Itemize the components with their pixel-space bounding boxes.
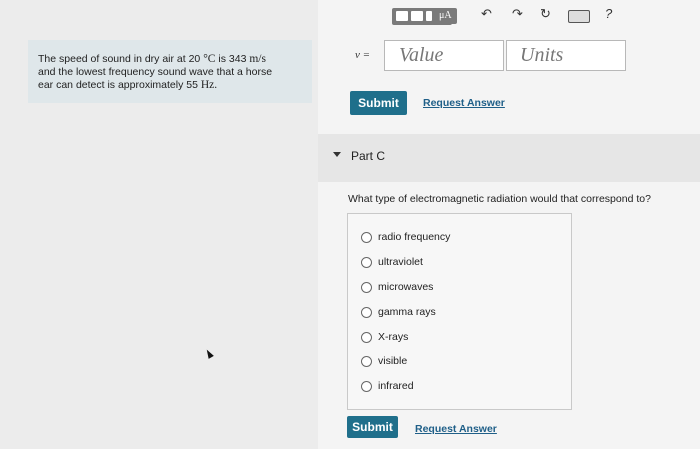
option-label: radio frequency bbox=[378, 231, 451, 243]
request-answer-link-part-b[interactable]: Request Answer bbox=[423, 97, 505, 109]
redo-icon[interactable]: ↷ bbox=[512, 6, 523, 22]
radio-button[interactable] bbox=[361, 257, 372, 268]
option-label: ultraviolet bbox=[378, 256, 423, 268]
radio-button[interactable] bbox=[361, 332, 372, 343]
speed-unit: m/s bbox=[249, 53, 266, 65]
submit-button-part-c[interactable]: Submit bbox=[347, 416, 398, 438]
radio-button[interactable] bbox=[361, 232, 372, 243]
radio-button[interactable] bbox=[361, 356, 372, 367]
submit-button-part-b[interactable]: Submit bbox=[350, 91, 407, 115]
variable-label: ν = bbox=[355, 49, 371, 61]
help-icon[interactable]: ? bbox=[605, 6, 612, 21]
problem-line-2: and the lowest frequency sound wave that… bbox=[38, 66, 273, 78]
reset-icon[interactable]: ↻ bbox=[540, 6, 551, 22]
exponent-template-icon[interactable] bbox=[411, 11, 423, 21]
problem-text: The speed of sound in dry air at 20 bbox=[38, 53, 201, 65]
problem-text: ear can detect is approximately 55 bbox=[38, 79, 198, 91]
option-label: gamma rays bbox=[378, 306, 436, 318]
part-c-title: Part C bbox=[351, 149, 386, 163]
radio-button[interactable] bbox=[361, 307, 372, 318]
option-label: X-rays bbox=[378, 331, 409, 343]
subscript-template-icon[interactable] bbox=[426, 11, 432, 21]
frequency-unit: Hz. bbox=[200, 79, 218, 91]
units-input[interactable]: Units bbox=[506, 40, 626, 71]
option-label: visible bbox=[378, 355, 408, 367]
option-label: microwaves bbox=[378, 281, 434, 293]
radio-button[interactable] bbox=[361, 282, 372, 293]
fraction-template-icon[interactable] bbox=[396, 11, 408, 21]
request-answer-link-part-c[interactable]: Request Answer bbox=[415, 423, 497, 435]
value-input[interactable]: Value bbox=[384, 40, 504, 71]
radio-button[interactable] bbox=[361, 381, 372, 392]
temperature-unit: °C bbox=[203, 53, 216, 65]
units-button[interactable]: μA bbox=[434, 8, 457, 24]
problem-text: is 343 bbox=[218, 53, 247, 65]
option-label: infrared bbox=[378, 380, 414, 392]
problem-statement: The speed of sound in dry air at 20 °C i… bbox=[28, 40, 312, 103]
collapse-caret-icon[interactable] bbox=[333, 152, 341, 157]
part-c-question: What type of electromagnetic radiation w… bbox=[348, 193, 651, 205]
problem-line-1: The speed of sound in dry air at 20 °C i… bbox=[38, 53, 302, 66]
undo-icon[interactable]: ↶ bbox=[481, 6, 492, 22]
keyboard-icon[interactable] bbox=[568, 10, 590, 23]
problem-line-3: ear can detect is approximately 55 Hz. bbox=[38, 79, 302, 92]
